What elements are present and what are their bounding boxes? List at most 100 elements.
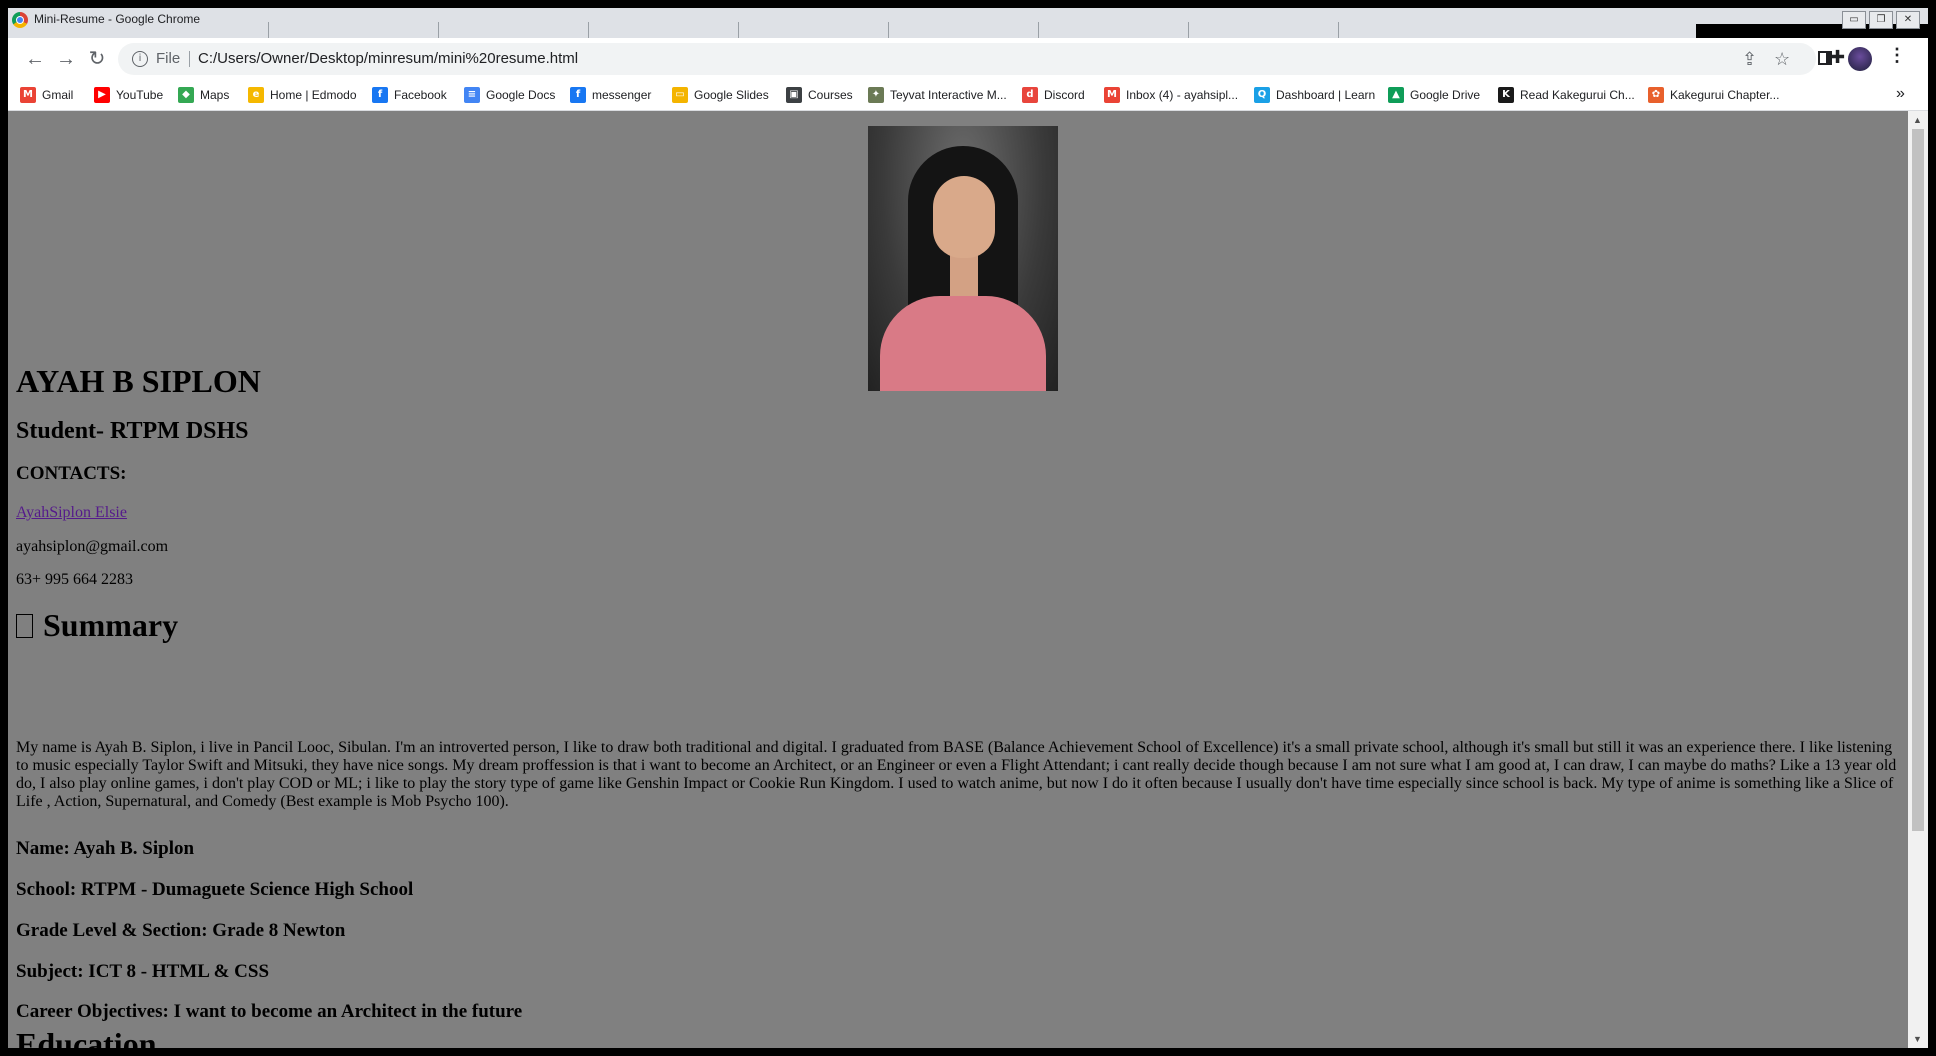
bookmark-label: Google Drive [1410,88,1481,102]
tab[interactable] [588,22,739,38]
tab[interactable] [888,22,1039,38]
window-controls: ▭ ❐ ✕ [1842,11,1920,29]
bookmark-item[interactable]: d Discord [1022,87,1085,103]
chrome-app-icon [12,12,28,28]
facebook-icon: f [570,87,586,103]
profile-avatar[interactable] [1848,47,1872,71]
drive-icon: ▲ [1388,87,1404,103]
bookmark-label: Google Docs [486,88,556,102]
slides-icon: ▭ [672,87,688,103]
maps-icon: ◆ [178,87,194,103]
tab[interactable] [1188,22,1339,38]
side-panel-icon[interactable] [1818,51,1832,65]
browser-window: Mini-Resume - Google Chrome ▭ ❐ ✕ ← → ↻ … [8,8,1928,1048]
scroll-down-icon[interactable]: ▼ [1913,1034,1922,1044]
url-text[interactable]: C:/Users/Owner/Desktop/minresum/mini%20r… [198,50,578,67]
courses-icon: ▣ [786,87,802,103]
tab-strip [268,8,1548,38]
minimize-button[interactable]: ▭ [1842,11,1866,29]
info-career: Career Objectives: I want to become an A… [16,1001,523,1022]
divider [189,51,190,67]
bookmark-item[interactable]: e Home | Edmodo [248,87,357,103]
teyvat-icon: ✦ [868,87,884,103]
contact-email: ayahsiplon@gmail.com [16,538,169,555]
bookmark-item[interactable]: ▶ YouTube [94,87,163,103]
bookmark-label: Read Kakegurui Ch... [1520,88,1635,102]
bookmark-item[interactable]: ▲ Google Drive [1388,87,1480,103]
forward-arrow-icon[interactable]: → [53,46,79,72]
bookmark-label: Dashboard | Learn [1276,88,1376,102]
bookmark-item[interactable]: Q Dashboard | Learn [1254,87,1375,103]
summary-heading-text: Summary [43,607,179,643]
reload-icon[interactable]: ↻ [84,46,110,72]
scroll-thumb[interactable] [1912,129,1924,831]
bookmarks-bar: ✿ Kakegurui Chapter... K Read Kakegurui Ch.… [8,80,1928,111]
bookmark-item[interactable]: ✦ Teyvat Interactive M... [868,87,1007,103]
tab[interactable] [1338,22,1489,38]
profile-link[interactable]: AyahSiplon Elsie [16,504,127,522]
bookmark-label: Inbox (4) - ayahsipl... [1126,88,1239,102]
restore-button[interactable]: ❐ [1869,11,1893,29]
bookmarks-overflow-icon[interactable]: » [1896,85,1905,103]
bookmark-item[interactable]: f messenger [570,87,651,103]
learn-icon: Q [1254,87,1270,103]
bookmark-label: Teyvat Interactive M... [890,88,1007,102]
extensions-icon[interactable]: ✚ [1830,47,1845,68]
contacts-heading: CONTACTS: [16,463,127,484]
bookmark-item[interactable]: ≡ Google Docs [464,87,555,103]
contact-phone: 63+ 995 664 2283 [16,571,134,588]
manga-icon: K [1498,87,1514,103]
address-bar[interactable]: i File C:/Users/Owner/Desktop/minresum/m… [118,43,1816,75]
vertical-scrollbar[interactable]: ▲ ▼ [1908,111,1928,1048]
info-name: Name: Ayah B. Siplon [16,838,195,859]
missing-glyph-icon [16,614,33,638]
kakegurui-icon: ✿ [1648,87,1664,103]
bookmark-label: Maps [200,88,230,102]
bookmark-label: Google Slides [694,88,769,102]
scroll-up-icon[interactable]: ▲ [1913,115,1922,125]
resume-name: AYAH B SIPLON [16,363,261,399]
bookmark-item[interactable]: ▭ Google Slides [672,87,769,103]
star-icon[interactable]: ☆ [1774,49,1790,70]
page-viewport: AYAH B SIPLON Student- RTPM DSHS CONTACT… [8,111,1908,1048]
bookmark-label: Home | Edmodo [270,88,357,102]
gmail-icon: M [20,87,36,103]
bookmark-label: Facebook [394,88,447,102]
info-icon[interactable]: i [132,51,148,67]
profile-photo [868,126,1058,391]
resume-role: Student- RTPM DSHS [16,418,249,444]
bookmark-item[interactable]: M Inbox (4) - ayahsipl... [1104,87,1238,103]
back-arrow-icon[interactable]: ← [22,46,48,72]
gmail-icon: M [1104,87,1120,103]
tab[interactable] [438,22,589,38]
docs-icon: ≡ [464,87,480,103]
facebook-icon: f [372,87,388,103]
bookmark-label: Courses [808,88,853,102]
youtube-icon: ▶ [94,87,110,103]
bookmark-item[interactable]: M Gmail [20,87,73,103]
title-bar: Mini-Resume - Google Chrome ▭ ❐ ✕ [8,8,1928,38]
summary-heading: Summary [16,607,178,644]
menu-icon[interactable]: ⋮ [1888,45,1906,66]
bookmark-label: YouTube [116,88,164,102]
bookmark-item[interactable]: K Read Kakegurui Ch... [1498,87,1635,103]
education-heading: Education [16,1026,157,1048]
close-button[interactable]: ✕ [1896,11,1920,29]
bookmark-item[interactable]: ◆ Maps [178,87,229,103]
bookmark-item[interactable]: ▣ Courses [786,87,853,103]
info-school: School: RTPM - Dumaguete Science High Sc… [16,879,414,900]
bookmark-item[interactable]: f Facebook [372,87,447,103]
summary-paragraph: My name is Ayah B. Siplon, i live in Pan… [16,739,1897,810]
edmodo-icon: e [248,87,264,103]
bookmark-label: Gmail [42,88,74,102]
bookmark-label: messenger [592,88,652,102]
info-subject: Subject: ICT 8 - HTML & CSS [16,961,270,982]
browser-toolbar: ← → ↻ i File C:/Users/Owner/Desktop/minr… [8,38,1928,80]
bookmark-label: Kakegurui Chapter... [1670,88,1780,102]
url-scheme: File [156,50,181,67]
bookmark-item[interactable]: ✿ Kakegurui Chapter... [1648,87,1779,103]
share-icon[interactable]: ⇪ [1742,49,1757,70]
tab[interactable] [268,22,419,38]
tab[interactable] [1038,22,1189,38]
tab[interactable] [738,22,889,38]
